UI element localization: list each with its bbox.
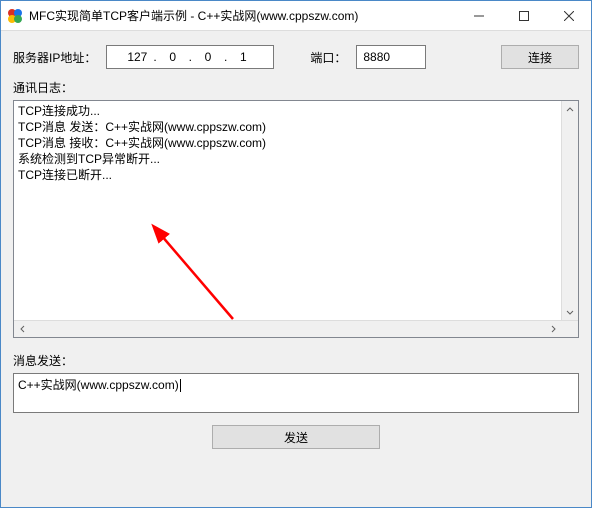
log-box: TCP连接成功...TCP消息 发送：C++实战网(www.cppszw.com… — [13, 100, 579, 338]
scroll-down-button[interactable] — [562, 303, 578, 320]
log-group: 通讯日志： TCP连接成功...TCP消息 发送：C++实战网(www.cpps… — [13, 79, 579, 338]
log-textarea[interactable]: TCP连接成功...TCP消息 发送：C++实战网(www.cppszw.com… — [14, 101, 561, 320]
ip-octet-3[interactable]: 0 — [194, 50, 222, 64]
ip-octet-2[interactable]: 0 — [159, 50, 187, 64]
window-controls — [456, 1, 591, 30]
server-row: 服务器IP地址： 127 . 0 . 0 . 1 端口： 8880 连接 — [13, 45, 579, 69]
send-button[interactable]: 发送 — [212, 425, 380, 449]
scroll-left-button[interactable] — [14, 321, 31, 337]
log-line: TCP连接已断开... — [18, 167, 557, 183]
scroll-corner — [561, 321, 578, 337]
close-button[interactable] — [546, 1, 591, 30]
connect-button[interactable]: 连接 — [501, 45, 579, 69]
message-input[interactable]: C++实战网(www.cppszw.com) — [13, 373, 579, 413]
scroll-up-button[interactable] — [562, 101, 578, 118]
port-label: 端口： — [310, 49, 346, 66]
log-label: 通讯日志： — [13, 79, 579, 96]
server-ip-input[interactable]: 127 . 0 . 0 . 1 — [106, 45, 274, 69]
port-input[interactable]: 8880 — [356, 45, 426, 69]
client-area: 服务器IP地址： 127 . 0 . 0 . 1 端口： 8880 连接 通讯日… — [1, 31, 591, 507]
scroll-track-h[interactable] — [31, 321, 544, 337]
maximize-button[interactable] — [501, 1, 546, 30]
message-label: 消息发送： — [13, 352, 579, 369]
log-line: TCP连接成功... — [18, 103, 557, 119]
log-line: TCP消息 发送：C++实战网(www.cppszw.com) — [18, 119, 557, 135]
scroll-right-button[interactable] — [544, 321, 561, 337]
log-line: 系统检测到TCP异常断开... — [18, 151, 557, 167]
window-title: MFC实现简单TCP客户端示例 - C++实战网(www.cppszw.com) — [29, 7, 456, 24]
ip-octet-4[interactable]: 1 — [229, 50, 257, 64]
ip-octet-1[interactable]: 127 — [123, 50, 151, 64]
window: MFC实现简单TCP客户端示例 - C++实战网(www.cppszw.com)… — [0, 0, 592, 508]
horizontal-scrollbar[interactable] — [14, 320, 578, 337]
app-icon — [7, 8, 23, 24]
vertical-scrollbar[interactable] — [561, 101, 578, 320]
message-group: 消息发送： C++实战网(www.cppszw.com) 发送 — [13, 352, 579, 449]
scroll-track-v[interactable] — [562, 118, 578, 303]
log-line: TCP消息 接收：C++实战网(www.cppszw.com) — [18, 135, 557, 151]
server-ip-label: 服务器IP地址： — [13, 49, 96, 66]
titlebar[interactable]: MFC实现简单TCP客户端示例 - C++实战网(www.cppszw.com) — [1, 1, 591, 31]
minimize-button[interactable] — [456, 1, 501, 30]
